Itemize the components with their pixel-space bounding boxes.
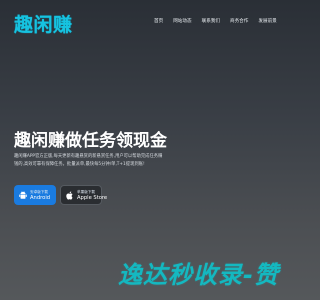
nav-item-contact[interactable]: 联系我们 — [202, 18, 220, 24]
android-download-button[interactable]: 安卓版下载 Android — [14, 185, 56, 205]
apple-icon — [66, 190, 74, 200]
nav-item-business[interactable]: 商务合作 — [230, 18, 248, 24]
ios-download-button[interactable]: 苹果版下载 Apple Store — [60, 185, 107, 205]
android-download-label: Android — [30, 195, 51, 201]
site-logo[interactable]: 趣闲赚 — [14, 10, 73, 37]
watermark-text: 逸达秒收录-赞 — [118, 261, 279, 289]
nav-item-home[interactable]: 首页 — [154, 18, 163, 24]
main-nav: 首页 网站动态 联系我们 商务合作 发展前景 — [154, 18, 277, 24]
hero-description: 趣闲赚APP官方正版,每天更新有趣悬赏的新悬赏任务,用户可以帮助完成任务赚钱的,… — [14, 154, 163, 167]
ios-download-label: Apple Store — [77, 195, 108, 201]
hero-title: 趣闲赚做任务领现金 — [14, 131, 167, 151]
android-icon — [19, 190, 27, 200]
nav-item-prospects[interactable]: 发展前景 — [258, 18, 276, 24]
nav-item-news[interactable]: 网站动态 — [173, 18, 191, 24]
